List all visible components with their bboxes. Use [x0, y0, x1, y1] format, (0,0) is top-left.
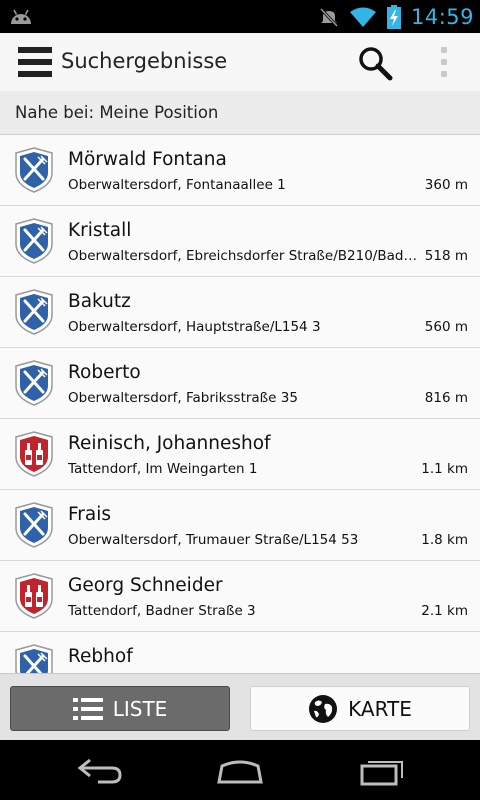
- result-address: Oberwaltersdorf, Fabriksstraße 35: [68, 390, 298, 406]
- result-name: Georg Schneider: [68, 575, 223, 596]
- list-item[interactable]: Bakutz Oberwaltersdorf, Hauptstraße/L154…: [0, 277, 480, 348]
- location-header: Nahe bei: Meine Position: [0, 91, 480, 135]
- result-name: Frais: [68, 504, 112, 525]
- restaurant-icon: [14, 644, 54, 673]
- app-content: Suchergebnisse Nahe bei: Meine Position …: [0, 33, 480, 740]
- result-name: Mörwald Fontana: [68, 149, 227, 170]
- result-distance: 560 m: [424, 319, 468, 335]
- list-item[interactable]: Roberto Oberwaltersdorf, Fabriksstraße 3…: [0, 348, 480, 419]
- location-text: Nahe bei: Meine Position: [15, 103, 219, 122]
- map-view-label: KARTE: [348, 696, 412, 721]
- action-bar: Suchergebnisse: [0, 33, 480, 91]
- page-title: Suchergebnisse: [61, 49, 228, 73]
- list-item[interactable]: Georg Schneider Tattendorf, Badner Straß…: [0, 561, 480, 632]
- result-address: Oberwaltersdorf, Fontanaallee 1: [68, 177, 286, 193]
- result-distance: 1.8 km: [421, 532, 468, 548]
- home-icon[interactable]: [216, 756, 264, 786]
- restaurant-icon: [14, 502, 54, 548]
- search-icon[interactable]: [356, 44, 394, 82]
- result-distance: 2.1 km: [421, 603, 468, 619]
- android-icon: [11, 9, 31, 24]
- result-name: Kristall: [68, 220, 132, 241]
- result-distance: 360 m: [424, 177, 468, 193]
- overflow-menu-icon[interactable]: [436, 47, 452, 77]
- back-icon[interactable]: [76, 756, 124, 786]
- list-view-button[interactable]: LISTE: [10, 686, 230, 731]
- restaurant-icon: [14, 218, 54, 264]
- list-item[interactable]: Reinisch, Johanneshof Tattendorf, Im Wei…: [0, 419, 480, 490]
- list-item[interactable]: Frais Oberwaltersdorf, Trumauer Straße/L…: [0, 490, 480, 561]
- restaurant-icon: [14, 147, 54, 193]
- result-distance: 1.1 km: [421, 461, 468, 477]
- menu-icon[interactable]: [18, 45, 52, 79]
- result-address: Oberwaltersdorf, Hauptstraße/L154 3: [68, 319, 321, 335]
- result-address: Tattendorf, Badner Straße 3: [68, 603, 256, 619]
- list-icon: [72, 697, 103, 720]
- wine-icon: [15, 431, 53, 477]
- results-list[interactable]: Mörwald Fontana Oberwaltersdorf, Fontana…: [0, 135, 480, 673]
- result-name: Roberto: [68, 362, 141, 383]
- restaurant-icon: [14, 360, 54, 406]
- result-distance: 518 m: [424, 248, 468, 264]
- list-item[interactable]: Rebhof: [0, 632, 480, 673]
- result-name: Rebhof: [68, 646, 133, 667]
- result-address: Tattendorf, Im Weingarten 1: [68, 461, 258, 477]
- map-view-button[interactable]: KARTE: [250, 686, 470, 731]
- recent-apps-icon[interactable]: [358, 756, 406, 786]
- mute-icon: [319, 7, 339, 27]
- wine-icon: [15, 573, 53, 619]
- clock: 14:59: [410, 4, 474, 29]
- globe-icon: [309, 694, 338, 723]
- result-distance: 816 m: [424, 390, 468, 406]
- view-switcher: LISTE KARTE: [0, 673, 480, 740]
- list-item[interactable]: Mörwald Fontana Oberwaltersdorf, Fontana…: [0, 135, 480, 206]
- list-item[interactable]: Kristall Oberwaltersdorf, Ebreichsdorfer…: [0, 206, 480, 277]
- wifi-icon: [349, 7, 376, 27]
- battery-charging-icon: [386, 4, 401, 29]
- navigation-bar: [0, 740, 480, 800]
- status-bar: 14:59: [0, 0, 480, 33]
- result-name: Reinisch, Johanneshof: [68, 433, 271, 454]
- restaurant-icon: [14, 289, 54, 335]
- result-address: Oberwaltersdorf, Trumauer Straße/L154 53: [68, 532, 359, 548]
- result-address: Oberwaltersdorf, Ebreichsdorfer Straße/B…: [68, 248, 418, 264]
- result-name: Bakutz: [68, 291, 131, 312]
- list-view-label: LISTE: [112, 696, 168, 721]
